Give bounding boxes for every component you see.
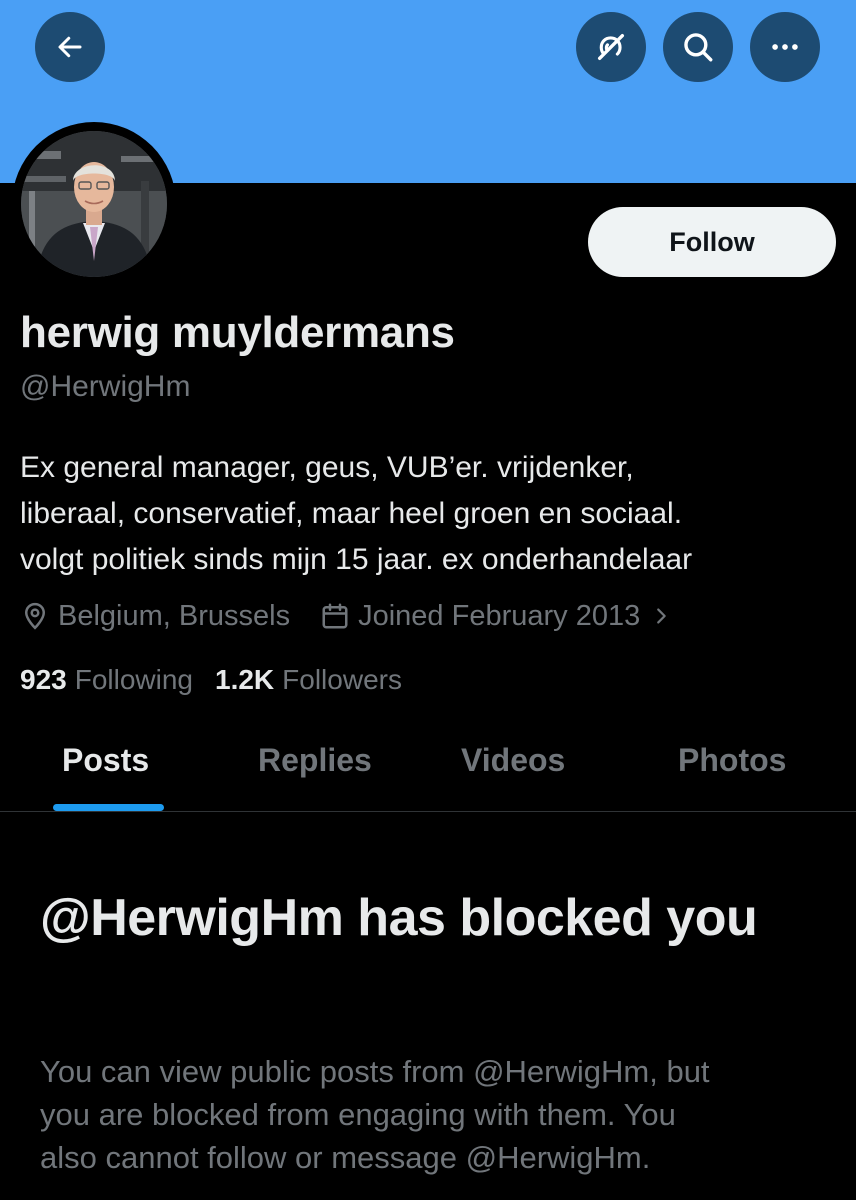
- satellite-button[interactable]: [576, 12, 646, 82]
- chevron-right-icon[interactable]: [650, 605, 672, 627]
- display-name: herwig muyldermans: [20, 308, 455, 357]
- profile-bio: Ex general manager, geus, VUB’er. vrijde…: [20, 445, 840, 583]
- follow-stats: 923 Following 1.2K Followers: [20, 660, 402, 700]
- more-icon: [768, 30, 802, 64]
- search-icon: [681, 30, 715, 64]
- following-label: Following: [74, 664, 193, 695]
- tab-videos[interactable]: Videos: [461, 742, 565, 779]
- tab-photos[interactable]: Photos: [678, 742, 786, 779]
- active-tab-indicator: [53, 804, 164, 811]
- profile-joined-date[interactable]: Joined February 2013: [358, 600, 640, 633]
- blocked-notice-body: You can view public posts from @HerwigHm…: [40, 1050, 840, 1179]
- tab-posts[interactable]: Posts: [62, 742, 149, 779]
- profile-location: Belgium, Brussels: [58, 599, 291, 632]
- tab-replies[interactable]: Replies: [258, 742, 372, 779]
- profile-handle: @HerwigHm: [20, 370, 191, 403]
- blocked-notice-line: You can view public posts from @HerwigHm…: [40, 1054, 710, 1089]
- bio-line: volgt politiek sinds mijn 15 jaar. ex on…: [20, 543, 693, 576]
- profile-meta: Belgium, Brussels Joined February 2013: [20, 596, 672, 636]
- blocked-notice-line: you are blocked from engaging with them.…: [40, 1097, 676, 1132]
- back-button[interactable]: [35, 12, 105, 82]
- location-pin-icon: [20, 601, 50, 631]
- followers-label: Followers: [282, 664, 402, 695]
- calendar-icon: [320, 601, 350, 631]
- more-options-button[interactable]: [750, 12, 820, 82]
- followers-count: 1.2K: [215, 664, 275, 695]
- blocked-notice-line: also cannot follow or message @HerwigHm.: [40, 1140, 651, 1175]
- search-button[interactable]: [663, 12, 733, 82]
- follow-button[interactable]: Follow: [588, 207, 836, 277]
- blocked-notice-title: @HerwigHm has blocked you: [40, 889, 758, 947]
- following-link[interactable]: 923 Following: [20, 664, 193, 696]
- avatar[interactable]: [21, 131, 167, 277]
- bio-line: liberaal, conservatief, maar heel groen …: [20, 497, 683, 530]
- tabs-divider: [0, 811, 856, 812]
- back-arrow-icon: [55, 32, 85, 62]
- followers-link[interactable]: 1.2K Followers: [215, 664, 402, 696]
- following-count: 923: [20, 664, 67, 695]
- satellite-off-icon: [594, 30, 628, 64]
- bio-line: Ex general manager, geus, VUB’er. vrijde…: [20, 451, 634, 484]
